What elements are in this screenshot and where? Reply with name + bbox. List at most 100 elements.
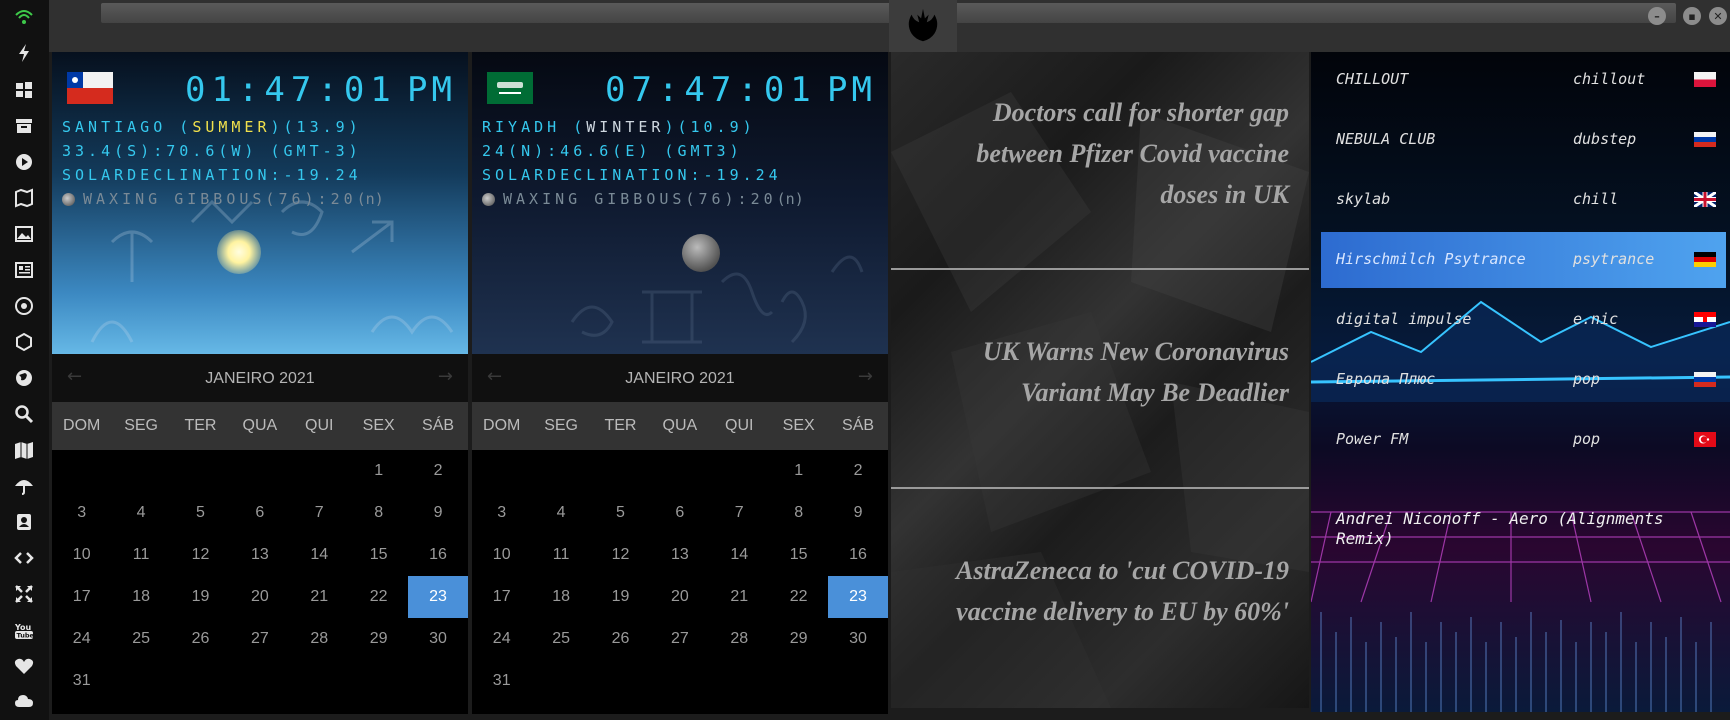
calendar-day[interactable]: 16: [828, 534, 887, 576]
calendar-day[interactable]: 10: [472, 534, 531, 576]
calendar-day[interactable]: 17: [52, 576, 111, 618]
calendar-next-button[interactable]: →: [438, 366, 453, 387]
calendar-day[interactable]: 26: [591, 618, 650, 660]
umbrella-icon[interactable]: [12, 475, 36, 497]
newspaper-icon[interactable]: [12, 259, 36, 281]
radio-station[interactable]: CHILLOUT chillout: [1321, 52, 1726, 108]
calendar-day[interactable]: 10: [52, 534, 111, 576]
calendar-day[interactable]: 27: [230, 618, 289, 660]
calendar-day[interactable]: 14: [290, 534, 349, 576]
calendar-day[interactable]: 22: [349, 576, 408, 618]
news-headline[interactable]: AstraZeneca to 'cut COVID-19 vaccine del…: [956, 550, 1289, 632]
calendar-day[interactable]: 25: [531, 618, 590, 660]
calendar-weekday: DOM: [63, 417, 101, 434]
calendar-day[interactable]: 2: [408, 450, 467, 492]
calendar-day[interactable]: 30: [408, 618, 467, 660]
search-icon[interactable]: [12, 403, 36, 425]
radio-station[interactable]: Европа Плюс pop: [1321, 352, 1726, 408]
code-icon[interactable]: [12, 547, 36, 569]
calendar-day[interactable]: 28: [290, 618, 349, 660]
calendar-day[interactable]: 31: [52, 660, 111, 702]
calendar-day[interactable]: 1: [769, 450, 828, 492]
hexagon-icon[interactable]: [12, 331, 36, 353]
wifi-icon[interactable]: [12, 6, 36, 28]
calendar-day[interactable]: 8: [769, 492, 828, 534]
calendar-day[interactable]: 11: [531, 534, 590, 576]
calendar-day[interactable]: 9: [408, 492, 467, 534]
maximize-button[interactable]: ▪: [1683, 7, 1701, 25]
news-headline[interactable]: UK Warns New Coronavirus Variant May Be …: [983, 331, 1289, 413]
contacts-icon[interactable]: [12, 511, 36, 533]
calendar-day[interactable]: 17: [472, 576, 531, 618]
calendar-day[interactable]: 12: [171, 534, 230, 576]
radio-station[interactable]: NEBULA CLUB dubstep: [1321, 112, 1726, 168]
calendar-weekday: SEX: [362, 417, 395, 434]
calendar-day[interactable]: 29: [349, 618, 408, 660]
bolt-icon[interactable]: [12, 42, 36, 64]
calendar-day[interactable]: 11: [111, 534, 170, 576]
calendar-day[interactable]: 2: [828, 450, 887, 492]
expand-icon[interactable]: [12, 583, 36, 605]
calendar-day[interactable]: 27: [650, 618, 709, 660]
map-icon[interactable]: [12, 439, 36, 461]
calendar-day[interactable]: 7: [290, 492, 349, 534]
cloud-icon[interactable]: [12, 690, 36, 712]
calendar-day[interactable]: 5: [591, 492, 650, 534]
calendar-day[interactable]: 15: [769, 534, 828, 576]
calendar-day[interactable]: 12: [591, 534, 650, 576]
radio-station[interactable]: Power FM pop: [1321, 412, 1726, 468]
calendar-day[interactable]: 28: [710, 618, 769, 660]
calendar-day[interactable]: 20: [230, 576, 289, 618]
radio-station[interactable]: digital impulse e.nic: [1321, 292, 1726, 348]
calendar-day[interactable]: 16: [408, 534, 467, 576]
calendar-day[interactable]: 4: [111, 492, 170, 534]
calendar-day[interactable]: 20: [650, 576, 709, 618]
calendar-day[interactable]: 31: [472, 660, 531, 702]
calendar-next-button[interactable]: →: [858, 366, 873, 387]
calendar-day[interactable]: 15: [349, 534, 408, 576]
calendar-day[interactable]: 6: [650, 492, 709, 534]
calendar-day[interactable]: 7: [710, 492, 769, 534]
calendar-day[interactable]: 19: [171, 576, 230, 618]
calendar-day[interactable]: 5: [171, 492, 230, 534]
calendar-day[interactable]: 26: [171, 618, 230, 660]
image-icon[interactable]: [12, 223, 36, 245]
calendar-day[interactable]: 24: [472, 618, 531, 660]
calendar-day[interactable]: 9: [828, 492, 887, 534]
calendar-day[interactable]: 13: [230, 534, 289, 576]
map-fold-icon[interactable]: [12, 187, 36, 209]
calendar-day[interactable]: 22: [769, 576, 828, 618]
globe-icon[interactable]: [12, 367, 36, 389]
calendar-day[interactable]: 14: [710, 534, 769, 576]
calendar-day[interactable]: 21: [710, 576, 769, 618]
radio-station-active[interactable]: Hirschmilch Psytrance psytrance: [1321, 232, 1726, 288]
play-icon[interactable]: [12, 151, 36, 173]
archive-icon[interactable]: [12, 115, 36, 137]
news-headline[interactable]: Doctors call for shorter gap between Pfi…: [976, 92, 1289, 215]
heart-icon[interactable]: [12, 655, 36, 677]
calendar-day[interactable]: 13: [650, 534, 709, 576]
rebel-logo-tab[interactable]: [889, 0, 957, 52]
calendar-day[interactable]: 18: [531, 576, 590, 618]
calendar-day-selected[interactable]: 23: [828, 576, 888, 618]
windows-icon[interactable]: [12, 79, 36, 101]
calendar-day-selected[interactable]: 23: [408, 576, 468, 618]
calendar-day[interactable]: 24: [52, 618, 111, 660]
calendar-day[interactable]: 21: [290, 576, 349, 618]
calendar-day[interactable]: 6: [230, 492, 289, 534]
calendar-day[interactable]: 3: [472, 492, 531, 534]
calendar-day[interactable]: 25: [111, 618, 170, 660]
calendar-day[interactable]: 8: [349, 492, 408, 534]
calendar-day[interactable]: 18: [111, 576, 170, 618]
calendar-day[interactable]: 29: [769, 618, 828, 660]
calendar-day[interactable]: 30: [828, 618, 887, 660]
youtube-icon[interactable]: You Tube: [12, 619, 36, 641]
minimize-button[interactable]: –: [1648, 7, 1666, 25]
close-button[interactable]: ✕: [1709, 7, 1727, 25]
calendar-day[interactable]: 3: [52, 492, 111, 534]
radio-station[interactable]: skylab chill: [1321, 172, 1726, 228]
calendar-day[interactable]: 19: [591, 576, 650, 618]
calendar-day[interactable]: 1: [349, 450, 408, 492]
rebel-icon[interactable]: [12, 295, 36, 317]
calendar-day[interactable]: 4: [531, 492, 590, 534]
